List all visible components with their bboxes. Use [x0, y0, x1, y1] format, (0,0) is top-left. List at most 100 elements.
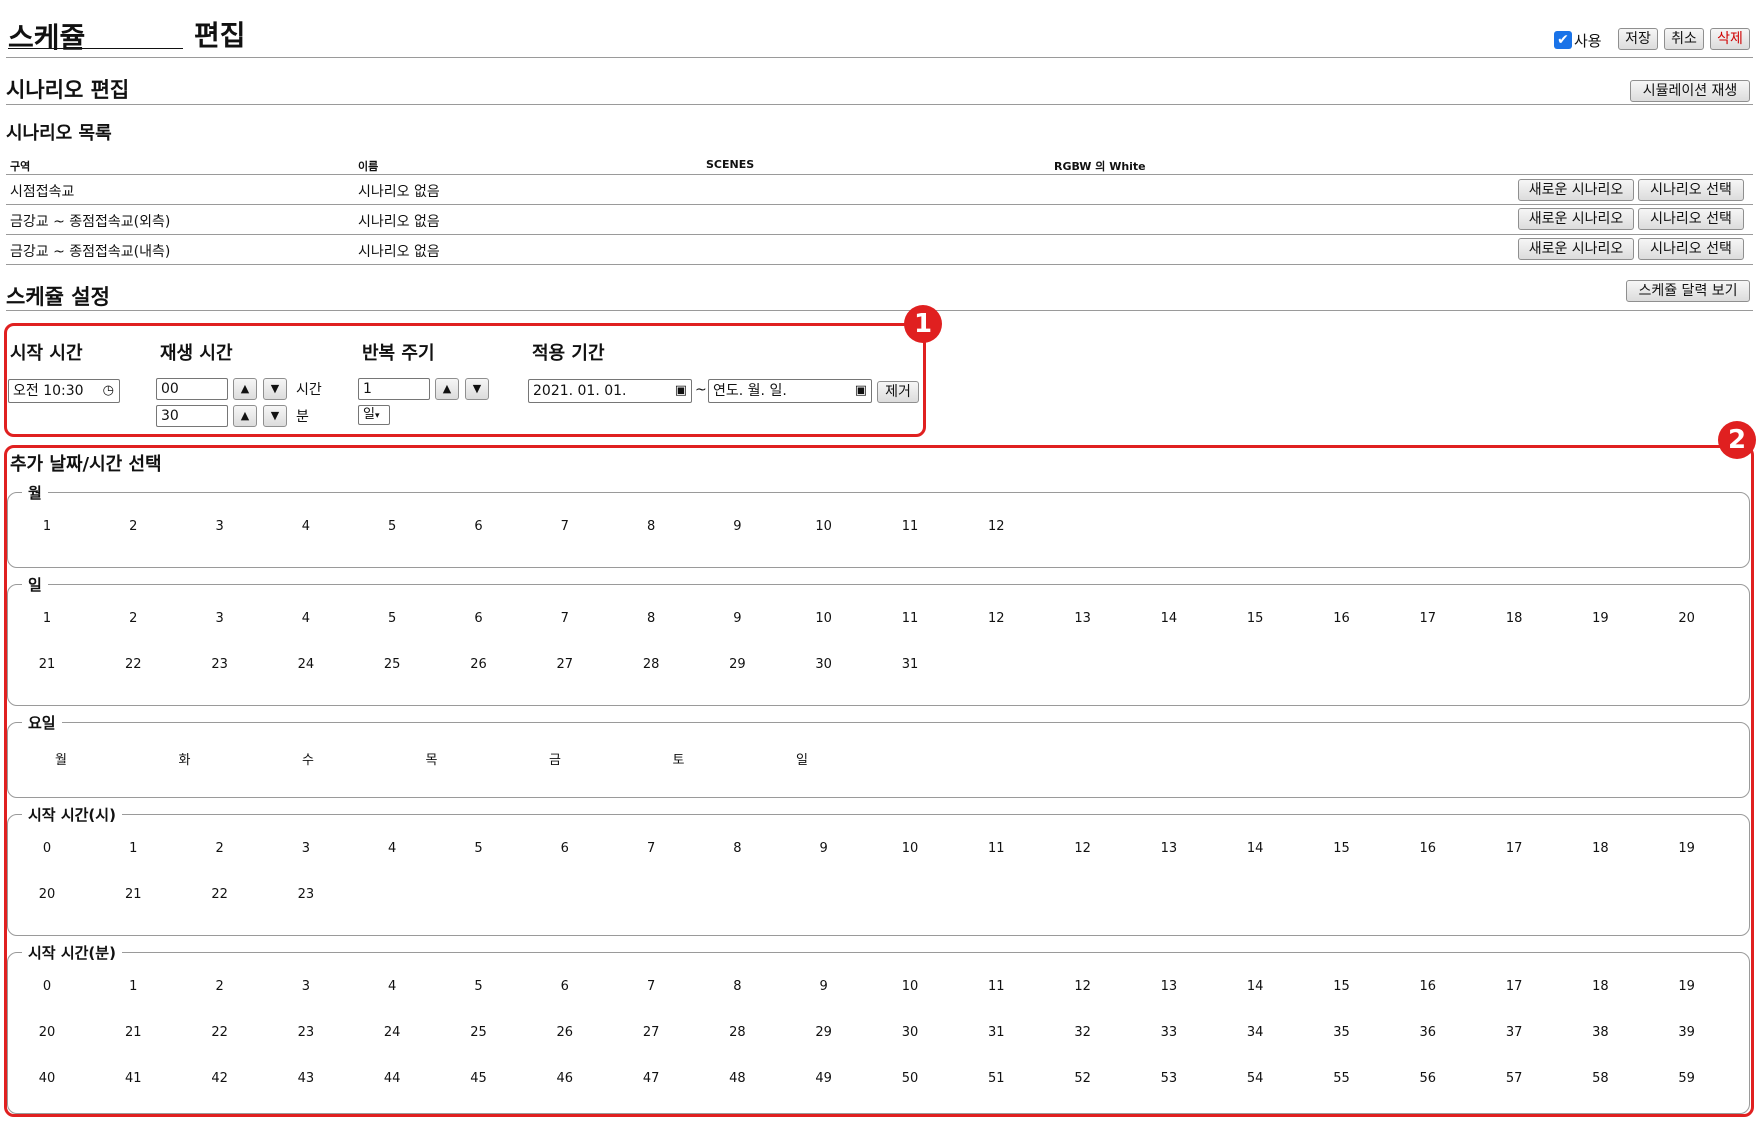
- simulate-button[interactable]: 시뮬레이션 재생: [1630, 80, 1750, 102]
- minute-option[interactable]: 48: [717, 1071, 757, 1086]
- hour-option[interactable]: 0: [27, 841, 67, 856]
- repeat-down-icon[interactable]: ▼: [465, 378, 489, 400]
- hour-option[interactable]: 9: [804, 841, 844, 856]
- minute-option[interactable]: 54: [1235, 1071, 1275, 1086]
- day-option[interactable]: 7: [545, 611, 585, 626]
- new-scenario-button[interactable]: 새로운 시나리오: [1518, 238, 1634, 260]
- hour-option[interactable]: 19: [1667, 841, 1707, 856]
- minute-option[interactable]: 26: [545, 1025, 585, 1040]
- day-option[interactable]: 23: [200, 657, 240, 672]
- hour-option[interactable]: 21: [113, 887, 153, 902]
- month-option[interactable]: 12: [976, 519, 1016, 534]
- month-option[interactable]: 4: [286, 519, 326, 534]
- weekday-option[interactable]: 월: [41, 749, 81, 768]
- minute-option[interactable]: 2: [200, 979, 240, 994]
- new-scenario-button[interactable]: 새로운 시나리오: [1518, 179, 1634, 201]
- minute-option[interactable]: 24: [372, 1025, 412, 1040]
- save-button[interactable]: 저장: [1618, 28, 1658, 50]
- minute-option[interactable]: 31: [976, 1025, 1016, 1040]
- hours-down-icon[interactable]: ▼: [263, 378, 287, 400]
- month-option[interactable]: 2: [113, 519, 153, 534]
- minute-option[interactable]: 11: [976, 979, 1016, 994]
- minute-option[interactable]: 9: [804, 979, 844, 994]
- select-scenario-button[interactable]: 시나리오 선택: [1638, 208, 1744, 230]
- month-option[interactable]: 7: [545, 519, 585, 534]
- minute-option[interactable]: 8: [717, 979, 757, 994]
- hour-option[interactable]: 3: [286, 841, 326, 856]
- minute-option[interactable]: 15: [1322, 979, 1362, 994]
- month-option[interactable]: 6: [459, 519, 499, 534]
- month-option[interactable]: 8: [631, 519, 671, 534]
- weekday-option[interactable]: 화: [165, 749, 205, 768]
- hour-option[interactable]: 11: [976, 841, 1016, 856]
- month-option[interactable]: 5: [372, 519, 412, 534]
- minute-option[interactable]: 22: [200, 1025, 240, 1040]
- weekday-option[interactable]: 금: [535, 749, 575, 768]
- minute-option[interactable]: 46: [545, 1071, 585, 1086]
- day-option[interactable]: 20: [1667, 611, 1707, 626]
- minute-option[interactable]: 7: [631, 979, 671, 994]
- day-option[interactable]: 4: [286, 611, 326, 626]
- minute-option[interactable]: 34: [1235, 1025, 1275, 1040]
- day-option[interactable]: 19: [1580, 611, 1620, 626]
- month-option[interactable]: 1: [27, 519, 67, 534]
- day-option[interactable]: 22: [113, 657, 153, 672]
- day-option[interactable]: 6: [459, 611, 499, 626]
- hour-option[interactable]: 14: [1235, 841, 1275, 856]
- start-time-input[interactable]: 오전 10:30 ◷: [8, 379, 120, 403]
- minute-option[interactable]: 49: [804, 1071, 844, 1086]
- minute-option[interactable]: 32: [1063, 1025, 1103, 1040]
- minute-option[interactable]: 53: [1149, 1071, 1189, 1086]
- minute-option[interactable]: 16: [1408, 979, 1448, 994]
- minute-option[interactable]: 38: [1580, 1025, 1620, 1040]
- day-option[interactable]: 24: [286, 657, 326, 672]
- minute-option[interactable]: 4: [372, 979, 412, 994]
- minute-option[interactable]: 0: [27, 979, 67, 994]
- minute-option[interactable]: 25: [459, 1025, 499, 1040]
- repeat-up-icon[interactable]: ▲: [435, 378, 459, 400]
- minute-option[interactable]: 3: [286, 979, 326, 994]
- day-option[interactable]: 16: [1322, 611, 1362, 626]
- minute-option[interactable]: 57: [1494, 1071, 1534, 1086]
- day-option[interactable]: 3: [200, 611, 240, 626]
- hour-option[interactable]: 5: [459, 841, 499, 856]
- minutes-down-icon[interactable]: ▼: [263, 405, 287, 427]
- hours-input[interactable]: 00: [156, 378, 228, 400]
- minute-option[interactable]: 33: [1149, 1025, 1189, 1040]
- minute-option[interactable]: 27: [631, 1025, 671, 1040]
- month-option[interactable]: 10: [804, 519, 844, 534]
- minute-option[interactable]: 19: [1667, 979, 1707, 994]
- minute-option[interactable]: 12: [1063, 979, 1103, 994]
- day-option[interactable]: 8: [631, 611, 671, 626]
- repeat-unit-select[interactable]: 일▾: [358, 405, 390, 425]
- hour-option[interactable]: 1: [113, 841, 153, 856]
- minute-option[interactable]: 39: [1667, 1025, 1707, 1040]
- minute-option[interactable]: 1: [113, 979, 153, 994]
- minute-option[interactable]: 10: [890, 979, 930, 994]
- weekday-option[interactable]: 목: [412, 749, 452, 768]
- day-option[interactable]: 12: [976, 611, 1016, 626]
- month-option[interactable]: 11: [890, 519, 930, 534]
- day-option[interactable]: 17: [1408, 611, 1448, 626]
- day-option[interactable]: 10: [804, 611, 844, 626]
- hour-option[interactable]: 15: [1322, 841, 1362, 856]
- hours-up-icon[interactable]: ▲: [233, 378, 257, 400]
- minute-option[interactable]: 6: [545, 979, 585, 994]
- minute-option[interactable]: 59: [1667, 1071, 1707, 1086]
- day-option[interactable]: 29: [717, 657, 757, 672]
- hour-option[interactable]: 16: [1408, 841, 1448, 856]
- hour-option[interactable]: 7: [631, 841, 671, 856]
- minute-option[interactable]: 5: [459, 979, 499, 994]
- hour-option[interactable]: 8: [717, 841, 757, 856]
- minute-option[interactable]: 52: [1063, 1071, 1103, 1086]
- minutes-input[interactable]: 30: [156, 405, 228, 427]
- day-option[interactable]: 25: [372, 657, 412, 672]
- minute-option[interactable]: 47: [631, 1071, 671, 1086]
- minute-option[interactable]: 41: [113, 1071, 153, 1086]
- day-option[interactable]: 27: [545, 657, 585, 672]
- minute-option[interactable]: 45: [459, 1071, 499, 1086]
- day-option[interactable]: 9: [717, 611, 757, 626]
- cancel-button[interactable]: 취소: [1664, 28, 1704, 50]
- minute-option[interactable]: 14: [1235, 979, 1275, 994]
- minute-option[interactable]: 18: [1580, 979, 1620, 994]
